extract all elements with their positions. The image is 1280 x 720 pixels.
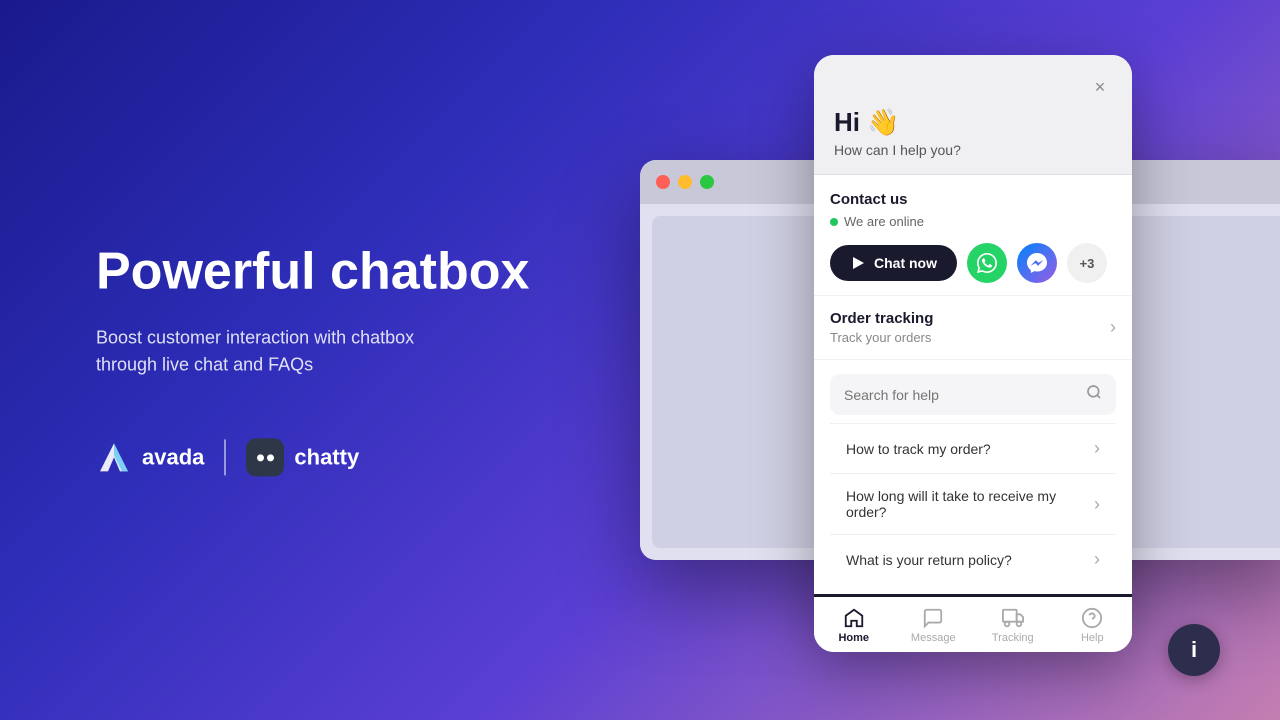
faq-chevron-1: › (1094, 438, 1100, 459)
order-tracking-title: Order tracking (830, 310, 933, 327)
widget-nav: Home Message Tracking (814, 594, 1132, 652)
online-status: We are online (830, 214, 1116, 229)
play-icon (850, 255, 866, 271)
status-text: We are online (844, 214, 924, 229)
close-icon: × (1095, 77, 1106, 98)
nav-home[interactable]: Home (814, 597, 894, 652)
chatty-dot-1 (257, 454, 264, 461)
message-icon (922, 607, 944, 629)
faq-item-1[interactable]: How to track my order? › (830, 423, 1116, 473)
close-button[interactable]: × (1088, 75, 1112, 99)
greeting-text: Hi 👋 (834, 107, 1112, 138)
widget-body: Contact us We are online Chat now (814, 175, 1132, 652)
info-icon: i (1191, 637, 1197, 663)
traffic-red (656, 175, 670, 189)
nav-message[interactable]: Message (894, 597, 974, 652)
info-button[interactable]: i (1168, 624, 1220, 676)
avada-icon (96, 440, 132, 476)
faq-chevron-3: › (1094, 549, 1100, 570)
nav-message-label: Message (911, 632, 956, 644)
faq-item-3[interactable]: What is your return policy? › (830, 534, 1116, 584)
chat-widget: × Hi 👋 How can I help you? Contact us We… (814, 55, 1132, 652)
subtitle: Boost customer interaction with chatboxt… (96, 325, 516, 379)
widget-header: × Hi 👋 How can I help you? (814, 55, 1132, 175)
nav-tracking-label: Tracking (992, 632, 1034, 644)
faq-text-3: What is your return policy? (846, 552, 1012, 568)
nav-tracking[interactable]: Tracking (973, 597, 1053, 652)
home-icon (843, 607, 865, 629)
whatsapp-button[interactable] (967, 243, 1007, 283)
traffic-green (700, 175, 714, 189)
brand-divider (224, 440, 226, 476)
avada-brand: avada (96, 440, 204, 476)
faq-text-2: How long will it take to receive my orde… (846, 488, 1094, 520)
order-tracking-chevron: › (1110, 317, 1116, 338)
tracking-icon (1002, 607, 1024, 629)
order-info: Order tracking Track your orders (830, 310, 933, 345)
subgreeting-text: How can I help you? (834, 142, 1112, 158)
order-tracking-section[interactable]: Order tracking Track your orders › (814, 296, 1132, 360)
brand-bar: avada chatty (96, 439, 529, 477)
more-channels-button[interactable]: +3 (1067, 243, 1107, 283)
avada-label: avada (142, 445, 204, 471)
chat-now-label: Chat now (874, 255, 937, 271)
faq-item-2[interactable]: How long will it take to receive my orde… (830, 473, 1116, 534)
close-row: × (834, 75, 1112, 99)
contact-section: Contact us We are online Chat now (814, 175, 1132, 296)
chatty-brand: chatty (246, 439, 359, 477)
chat-actions: Chat now +3 (830, 243, 1116, 283)
search-input[interactable] (844, 387, 1076, 403)
order-tracking-subtitle: Track your orders (830, 330, 933, 345)
contact-title: Contact us (830, 191, 1116, 208)
faq-chevron-2: › (1094, 494, 1100, 515)
status-dot (830, 218, 838, 226)
chat-now-button[interactable]: Chat now (830, 245, 957, 281)
chatty-label: chatty (294, 445, 359, 471)
search-box (830, 374, 1116, 415)
nav-home-label: Home (838, 632, 869, 644)
nav-help[interactable]: Help (1053, 597, 1133, 652)
messenger-button[interactable] (1017, 243, 1057, 283)
main-title: Powerful chatbox (96, 243, 529, 300)
traffic-yellow (678, 175, 692, 189)
search-section: How to track my order? › How long will i… (814, 360, 1132, 594)
help-icon (1081, 607, 1103, 629)
chatty-icon (246, 439, 284, 477)
left-panel: Powerful chatbox Boost customer interact… (96, 243, 529, 476)
chatty-dot-2 (267, 454, 274, 461)
faq-text-1: How to track my order? (846, 441, 991, 457)
search-icon (1086, 384, 1102, 405)
nav-help-label: Help (1081, 632, 1104, 644)
chatty-dots (257, 454, 274, 461)
